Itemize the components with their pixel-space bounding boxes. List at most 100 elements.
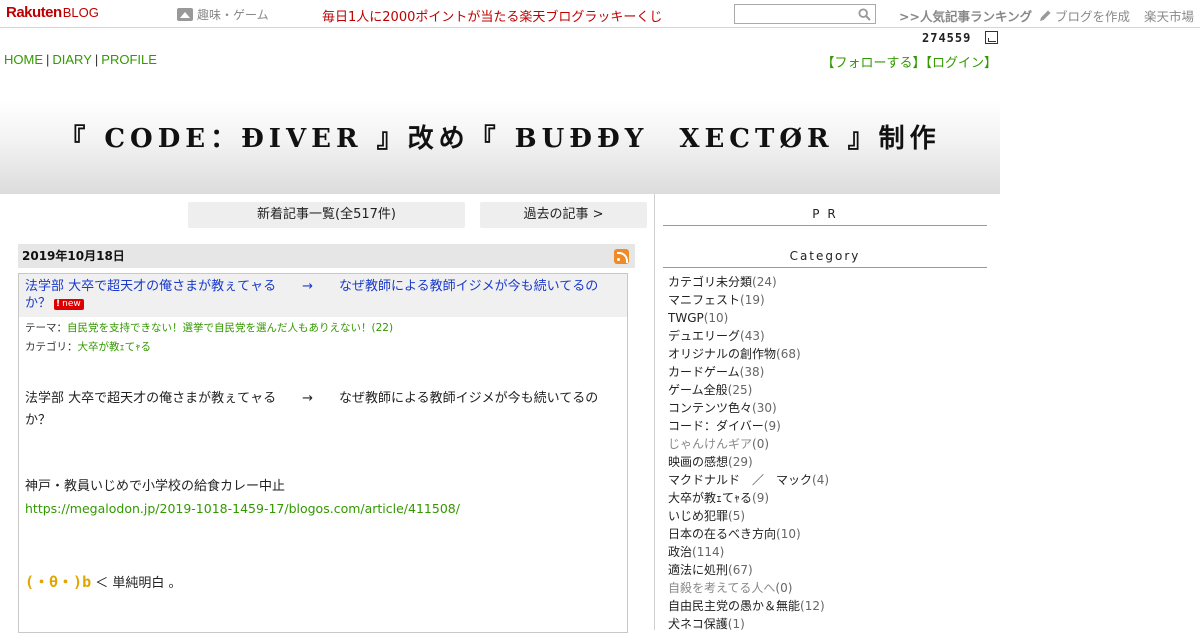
category-count: (0) — [775, 581, 793, 595]
nav-separator: | — [46, 52, 50, 67]
category-count: (24) — [752, 275, 777, 289]
article-body: 法学部 大卒で超天才の俺さまが教ぇてャる → なぜ教師による教師イジメが今も続い… — [19, 388, 627, 595]
category-heading: Category — [663, 249, 987, 268]
genre-link[interactable]: 趣味・ゲーム — [177, 6, 269, 23]
category-item[interactable]: 日本の在るべき方向(10) — [668, 525, 829, 543]
category-item[interactable]: 映画の感想(29) — [668, 453, 829, 471]
category-count: (19) — [740, 293, 765, 307]
category-count: (25) — [727, 383, 753, 397]
nav-separator: | — [94, 52, 99, 67]
rakuten-blog-logo[interactable]: RakutenBLOG — [6, 4, 99, 22]
logo-main-text: Rakuten — [6, 4, 62, 21]
category-count: (67) — [728, 563, 753, 577]
article-category: カテゴリ：大卒が教ｪてｬる — [19, 340, 627, 354]
category-item[interactable]: 政治(114) — [668, 543, 829, 561]
category-count: (4) — [812, 473, 830, 487]
emote-line: (・θ・)b ＜ 単純明白 。 — [25, 571, 621, 595]
category-name: マニフェスト — [668, 293, 741, 307]
category-item[interactable]: デュエリーグ(43) — [668, 327, 829, 345]
category-label: カテゴリ： — [25, 341, 78, 353]
category-item[interactable]: オリジナルの創作物(68) — [668, 345, 829, 363]
category-name: 日本の在るべき方向 — [668, 527, 777, 541]
category-item[interactable]: マニフェスト(19) — [668, 291, 829, 309]
category-item[interactable]: いじめ犯罪(5) — [668, 507, 829, 525]
category-item[interactable]: 自殺を考えてる人へ(0) — [668, 579, 829, 597]
category-name: カードゲーム — [668, 365, 740, 379]
category-name: 映画の感想 — [668, 455, 729, 469]
pencil-icon — [1040, 10, 1051, 21]
image-icon — [177, 8, 193, 21]
category-item[interactable]: 自由民主党の愚か＆無能(12) — [668, 597, 829, 615]
exclamation-icon: ! — [56, 299, 61, 309]
category-name: 自殺を考えてる人へ — [668, 581, 776, 595]
main-column: 新着記事一覧(全517件) 過去の記事 > 2019年10月18日 法学部 大卒… — [0, 194, 654, 633]
new-articles-button[interactable]: 新着記事一覧(全517件) — [188, 202, 465, 228]
rss-icon[interactable] — [614, 249, 629, 264]
category-name: 適法に処刑 — [668, 563, 729, 577]
category-item[interactable]: マクドナルド ／ マック(4) — [668, 471, 829, 489]
category-name: デュエリーグ — [668, 329, 741, 343]
category-name: マクドナルド ／ マック — [668, 473, 813, 487]
blog-header-banner: 『 CODE：ĐIVER 』改め『 BUĐĐY XECTØR 』制作 — [0, 74, 1000, 194]
body-paragraph: 神戸・教員いじめで小学校の給食カレー中止 — [25, 479, 286, 494]
search-icon[interactable] — [858, 8, 871, 21]
follow-link[interactable]: 【フォローする】 — [821, 56, 925, 71]
category-count: (9) — [763, 419, 781, 433]
new-badge: ! new — [54, 299, 84, 310]
theme-link[interactable]: 自民党を支持できない！選挙で自民党を選んだ人もありえない！(22) — [67, 322, 393, 334]
category-item[interactable]: 大卒が教ｪてｬる(9) — [668, 489, 829, 507]
category-name: 自由民主党の愚か＆無能 — [668, 599, 801, 613]
category-name: コンテンツ色々 — [668, 401, 753, 415]
pr-heading: P R — [663, 207, 987, 226]
category-item[interactable]: カードゲーム(38) — [668, 363, 829, 381]
category-count: (1) — [727, 617, 745, 631]
create-blog-link[interactable]: ブログを作成 — [1038, 6, 1130, 25]
emote-face: (・θ・)b — [25, 573, 92, 591]
category-count: (9) — [752, 491, 770, 505]
sidebar: P R Category カテゴリ未分類(24) マニフェスト(19) TWGP(1… — [654, 194, 1000, 633]
category-item[interactable]: 犬ネコ保護(1) — [668, 615, 829, 633]
blog-title[interactable]: 『 CODE：ĐIVER 』改め『 BUĐĐY XECTØR 』制作 — [0, 118, 1000, 155]
logo-sub-text: BLOG — [62, 5, 99, 20]
article-title-link[interactable]: 法学部 大卒で超天才の俺さまが教ぇてャる → なぜ教師による教師イジメが今も続い… — [25, 279, 598, 311]
category-item[interactable]: TWGP(10) — [668, 309, 829, 327]
emote-text: ＜ 単純明白 。 — [91, 576, 182, 591]
nav-diary[interactable]: DIARY — [52, 52, 92, 67]
lottery-link[interactable]: 毎日1人に2000ポイントが当たる楽天ブログラッキーくじ — [322, 6, 662, 25]
article-header: 法学部 大卒で超天才の俺さまが教ぇてャる → なぜ教師による教師イジメが今も続い… — [19, 274, 627, 317]
genre-label: 趣味・ゲーム — [197, 8, 269, 22]
nav-profile[interactable]: PROFILE — [101, 52, 157, 67]
category-item[interactable]: カテゴリ未分類(24) — [668, 273, 829, 291]
category-name: オリジナルの創作物 — [668, 347, 777, 361]
category-name: 犬ネコ保護 — [668, 617, 728, 631]
rakuten-market-link[interactable]: 楽天市場 — [1144, 6, 1194, 25]
source-link[interactable]: https://megalodon.jp/2019-1018-1459-17/b… — [25, 501, 460, 516]
category-item[interactable]: コード：ダイバー(9) — [668, 417, 829, 435]
search-box — [734, 4, 876, 24]
category-count: (114) — [692, 545, 725, 559]
category-count: (43) — [740, 329, 765, 343]
login-link[interactable]: 【ログイン】 — [925, 56, 997, 71]
article-date: 2019年10月18日 — [22, 249, 125, 263]
nav-home[interactable]: HOME — [4, 52, 43, 67]
category-item[interactable]: じゃんけんギア(0) — [668, 435, 829, 453]
category-item[interactable]: 適法に処刑(67) — [668, 561, 829, 579]
category-count: (38) — [739, 365, 765, 379]
category-count: (10) — [776, 527, 801, 541]
category-name: 政治 — [668, 545, 693, 559]
article-date-bar: 2019年10月18日 — [18, 244, 635, 268]
category-link[interactable]: 大卒が教ｪてｬる — [78, 341, 152, 353]
past-articles-button[interactable]: 過去の記事 > — [480, 202, 647, 228]
category-name: じゃんけんギア — [668, 437, 753, 451]
category-name: カテゴリ未分類 — [668, 275, 753, 289]
category-name: TWGP — [668, 311, 704, 325]
category-name: ゲーム全般 — [668, 383, 728, 397]
category-item[interactable]: ゲーム全般(25) — [668, 381, 829, 399]
popular-ranking-link[interactable]: >>人気記事ランキング — [899, 6, 1032, 25]
counter-chart-icon[interactable] — [985, 31, 998, 44]
blog-nav: HOME | DIARY | PROFILE — [4, 52, 157, 67]
article-title: 法学部 大卒で超天才の俺さまが教ぇてャる → なぜ教師による教師イジメが今も続い… — [25, 279, 599, 311]
search-input[interactable] — [735, 5, 853, 23]
category-item[interactable]: コンテンツ色々(30) — [668, 399, 829, 417]
category-count: (5) — [728, 509, 746, 523]
